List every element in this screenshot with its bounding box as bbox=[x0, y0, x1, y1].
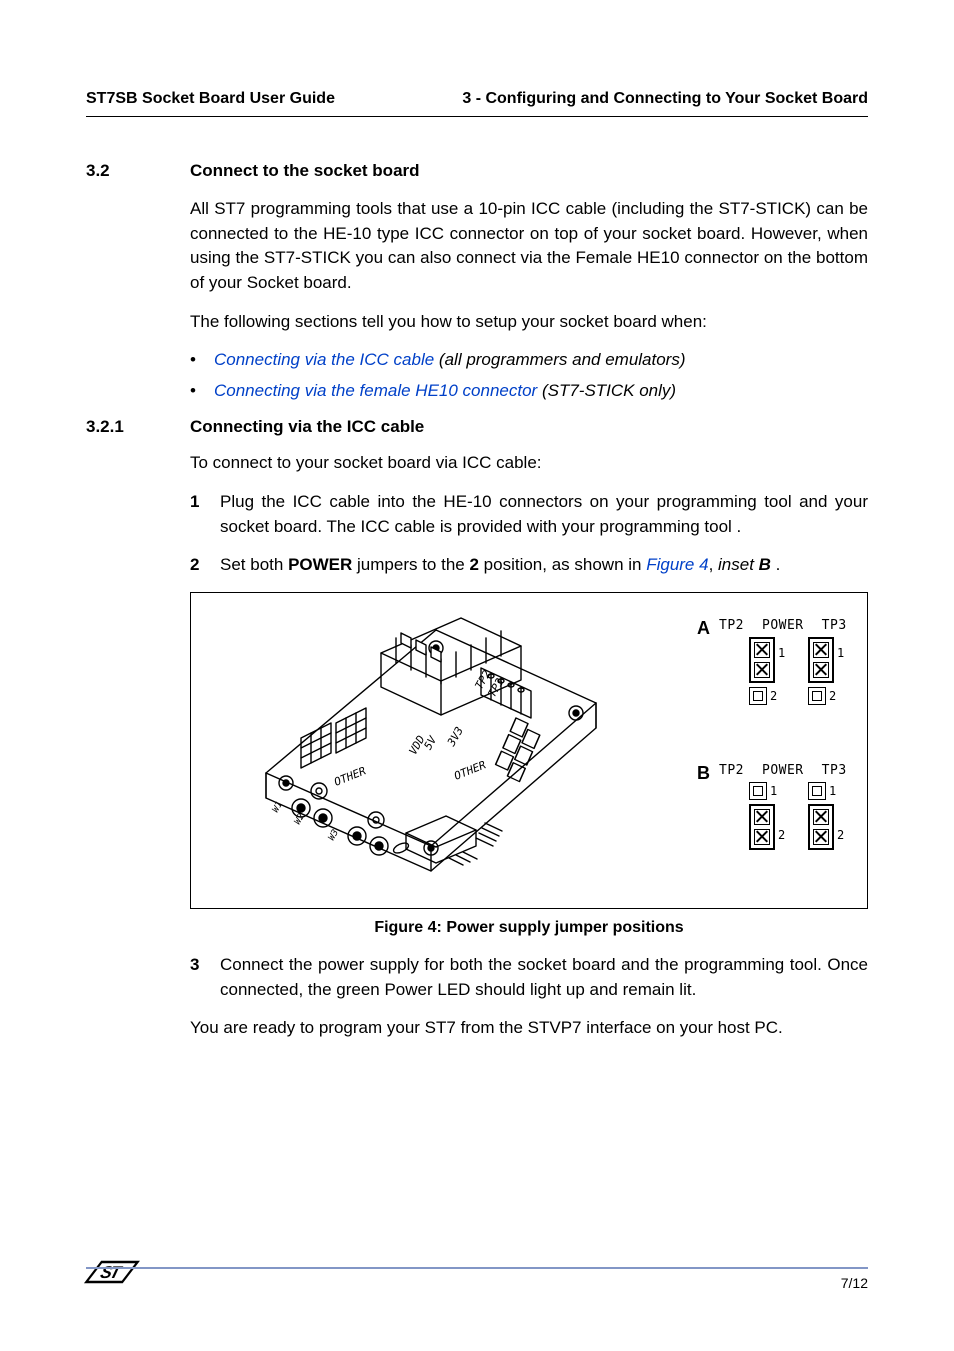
page-footer: 7/12 bbox=[86, 1267, 868, 1291]
body-paragraph: You are ready to program your ST7 from t… bbox=[190, 1016, 868, 1041]
bullet-dot-icon: • bbox=[190, 379, 214, 404]
header-right: 3 - Configuring and Connecting to Your S… bbox=[462, 90, 868, 108]
socket-board-illustration: OTHER VDD 5V 3V3 OTHER TP3 TP2 W1 W2 W3 bbox=[231, 608, 621, 893]
link-icc-cable[interactable]: Connecting via the ICC cable bbox=[214, 350, 434, 369]
body-paragraph: To connect to your socket board via ICC … bbox=[190, 451, 868, 476]
bullet-rest: (ST7-STICK only) bbox=[542, 381, 676, 400]
subsection-title: Connecting via the ICC cable bbox=[190, 417, 424, 437]
step-body: Set both POWER jumpers to the 2 position… bbox=[220, 553, 868, 578]
section-number: 3.2 bbox=[86, 161, 190, 181]
jumper-selection-icon bbox=[808, 637, 834, 683]
figure-4: OTHER VDD 5V 3V3 OTHER TP3 TP2 W1 W2 W3 … bbox=[190, 592, 868, 937]
inset-a-label: A bbox=[697, 618, 710, 639]
inset-tp3-label: TP3 bbox=[819, 618, 847, 633]
jumper-selection-icon bbox=[808, 804, 834, 850]
jumper-tp3-a: 1 2 bbox=[808, 637, 847, 705]
section-heading: 3.2 Connect to the socket board bbox=[86, 161, 868, 181]
header-left: ST7SB Socket Board User Guide bbox=[86, 90, 335, 108]
step-item: 3 Connect the power supply for both the … bbox=[190, 953, 868, 1002]
body-paragraph: The following sections tell you how to s… bbox=[190, 310, 868, 335]
jumper-pin-open-icon bbox=[749, 782, 767, 800]
section-title: Connect to the socket board bbox=[190, 161, 420, 181]
step-body: Plug the ICC cable into the HE-10 connec… bbox=[220, 490, 868, 539]
bullet-item: • Connecting via the ICC cable (all prog… bbox=[190, 348, 868, 373]
step-item: 2 Set both POWER jumpers to the 2 positi… bbox=[190, 553, 868, 578]
inset-b-label: B bbox=[697, 763, 710, 784]
figure-caption: Figure 4: Power supply jumper positions bbox=[190, 919, 868, 937]
subsection-heading: 3.2.1 Connecting via the ICC cable bbox=[86, 417, 868, 437]
page-number: 7/12 bbox=[86, 1275, 868, 1291]
link-figure-4[interactable]: Figure 4 bbox=[646, 555, 708, 574]
inset-tp2-label: TP2 bbox=[719, 763, 747, 778]
jumper-pin-open-icon bbox=[808, 782, 826, 800]
header-rule bbox=[86, 116, 868, 117]
subsection-number: 3.2.1 bbox=[86, 417, 190, 437]
jumper-tp2-b: 1 2 bbox=[749, 782, 788, 850]
body-paragraph: All ST7 programming tools that use a 10-… bbox=[190, 197, 868, 296]
bullet-list: • Connecting via the ICC cable (all prog… bbox=[190, 348, 868, 403]
step-body: Connect the power supply for both the so… bbox=[220, 953, 868, 1002]
step-item: 1 Plug the ICC cable into the HE-10 conn… bbox=[190, 490, 868, 539]
jumper-tp2-a: 1 2 bbox=[749, 637, 788, 705]
jumper-selection-icon bbox=[749, 804, 775, 850]
numbered-list-continued: 3 Connect the power supply for both the … bbox=[190, 953, 868, 1002]
figure-inset-b: B TP2 POWER TP3 1 bbox=[719, 763, 847, 850]
jumper-selection-icon bbox=[749, 637, 775, 683]
jumper-tp3-b: 1 2 bbox=[808, 782, 847, 850]
figure-frame: OTHER VDD 5V 3V3 OTHER TP3 TP2 W1 W2 W3 … bbox=[190, 592, 868, 909]
footer-rule bbox=[86, 1267, 868, 1269]
inset-power-label: POWER bbox=[755, 618, 810, 633]
jumper-pin-open-icon bbox=[749, 687, 767, 705]
inset-tp3-label: TP3 bbox=[819, 763, 847, 778]
step-number: 2 bbox=[190, 553, 220, 578]
figure-inset-a: A TP2 POWER TP3 1 bbox=[719, 618, 847, 705]
link-he10-connector[interactable]: Connecting via the female HE10 connector bbox=[214, 381, 537, 400]
jumper-pin-open-icon bbox=[808, 687, 826, 705]
inset-power-label: POWER bbox=[755, 763, 810, 778]
bullet-item: • Connecting via the female HE10 connect… bbox=[190, 379, 868, 404]
step-number: 3 bbox=[190, 953, 220, 1002]
numbered-list: 1 Plug the ICC cable into the HE-10 conn… bbox=[190, 490, 868, 578]
inset-tp2-label: TP2 bbox=[719, 618, 747, 633]
step-number: 1 bbox=[190, 490, 220, 539]
bullet-rest: (all programmers and emulators) bbox=[439, 350, 686, 369]
bullet-dot-icon: • bbox=[190, 348, 214, 373]
